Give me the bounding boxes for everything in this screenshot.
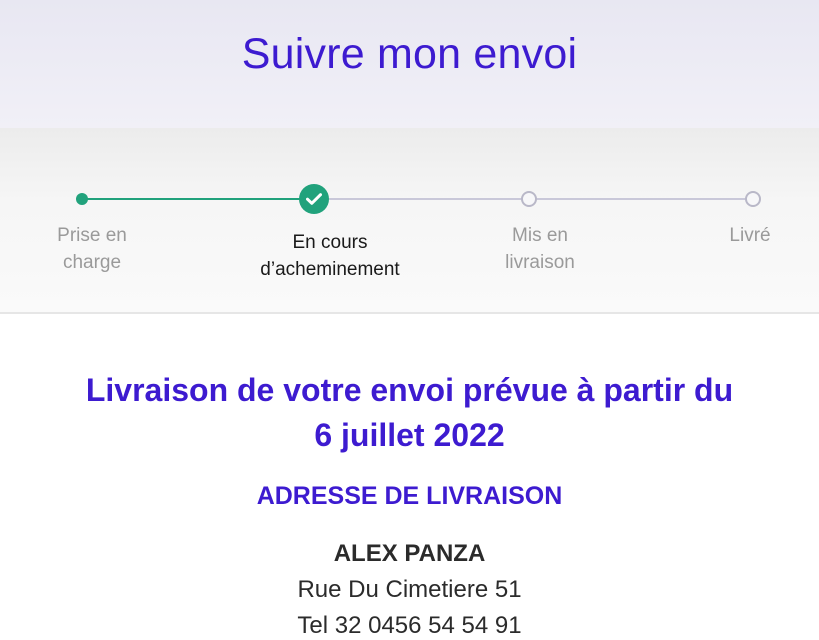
delivery-estimate-text: Livraison de votre envoi prévue à partir… xyxy=(85,372,734,408)
delivery-estimate: Livraison de votre envoi prévue à partir… xyxy=(40,368,779,458)
address-heading: ADRESSE DE LIVRAISON xyxy=(256,482,563,510)
recipient-name: ALEX PANZA xyxy=(333,540,486,567)
phone-number: Tel 32 0456 54 54 91 xyxy=(297,612,522,639)
step-dot-completed-icon xyxy=(76,193,88,205)
step-dot-pending-icon xyxy=(521,191,537,207)
checkmark-icon xyxy=(299,184,329,214)
header: Suivre mon envoi xyxy=(0,0,819,128)
street-address: Rue Du Cimetiere 51 xyxy=(297,576,522,603)
page-title: Suivre mon envoi xyxy=(241,30,578,78)
step-dot-pending-icon xyxy=(745,191,761,207)
step-label-prise-en-charge: Prise en charge xyxy=(57,225,127,273)
step-label-mis-en-livraison: Mis en livraison xyxy=(505,225,575,273)
step-label-livre: Livré xyxy=(729,225,771,246)
progress-line-completed xyxy=(82,198,314,200)
delivery-date: 6 juillet 2022 xyxy=(314,417,505,453)
step-label-en-cours-acheminement: En cours d’acheminement xyxy=(260,232,400,280)
shipment-progress-tracker: Prise en charge En cours d’acheminement … xyxy=(0,128,819,314)
